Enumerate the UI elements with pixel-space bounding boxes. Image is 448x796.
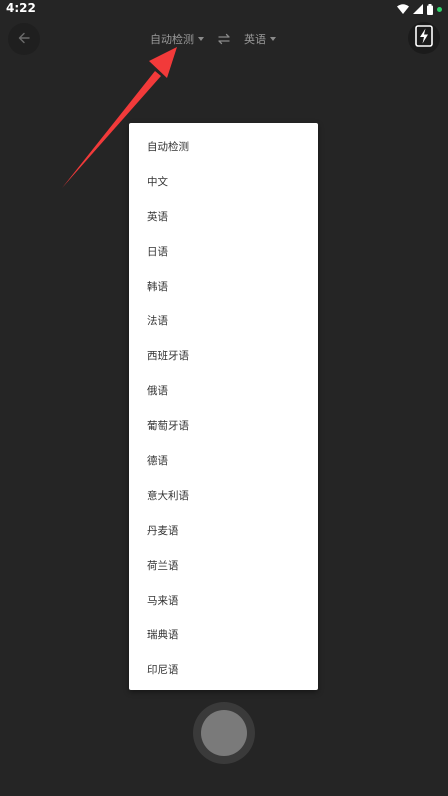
status-time: 4:22 [6, 1, 36, 15]
battery-icon [427, 3, 433, 15]
language-option[interactable]: 意大利语 [129, 478, 318, 513]
notification-dot [437, 6, 442, 12]
target-language-dropdown[interactable]: 英语 [244, 28, 276, 50]
caret-down-icon [270, 37, 276, 41]
wifi-icon [397, 4, 409, 14]
swap-languages-button[interactable] [215, 31, 233, 47]
language-option[interactable]: 英语 [129, 199, 318, 234]
caret-down-icon [198, 37, 204, 41]
language-option[interactable]: 荷兰语 [129, 548, 318, 583]
status-icons [397, 3, 442, 15]
language-option[interactable]: 韩语 [129, 269, 318, 304]
cellular-signal-icon [413, 4, 423, 14]
language-option[interactable]: 印尼语 [129, 652, 318, 687]
capture-button-inner [201, 710, 247, 756]
language-option-list: 自动检测 中文 英语 日语 韩语 法语 西班牙语 俄语 葡萄牙语 德语 意大利语 丹麦语 荷兰语 马来语瑞… [129, 123, 318, 687]
language-option[interactable]: 丹麦语 [129, 513, 318, 548]
status-bar: 4:22 [0, 0, 448, 18]
language-option[interactable]: 中文 [129, 164, 318, 199]
language-option[interactable]: 瑞典语 [129, 617, 318, 652]
language-option[interactable]: 葡萄牙语 [129, 408, 318, 443]
capture-button[interactable] [193, 702, 255, 764]
language-option[interactable]: 俄语 [129, 373, 318, 408]
language-option[interactable]: 法语 [129, 303, 318, 338]
language-dropdown-menu: 自动检测 中文 英语 日语 韩语 法语 西班牙语 俄语 葡萄牙语 德语 意大利语 丹麦语 荷兰语 马来语瑞… [129, 123, 318, 690]
language-option[interactable]: 西班牙语 [129, 338, 318, 373]
source-language-dropdown[interactable]: 自动检测 [150, 28, 204, 50]
language-option[interactable]: 马来语 [129, 583, 318, 618]
language-option[interactable]: 自动检测 [129, 129, 318, 164]
flash-toggle-button[interactable] [408, 22, 440, 54]
language-selector-bar: 自动检测 英语 [0, 28, 448, 50]
swap-icon [216, 30, 232, 49]
language-option[interactable]: 德语 [129, 443, 318, 478]
source-language-label: 自动检测 [150, 33, 194, 46]
flash-icon [415, 25, 433, 51]
target-language-label: 英语 [244, 33, 266, 46]
language-option[interactable]: 日语 [129, 234, 318, 269]
